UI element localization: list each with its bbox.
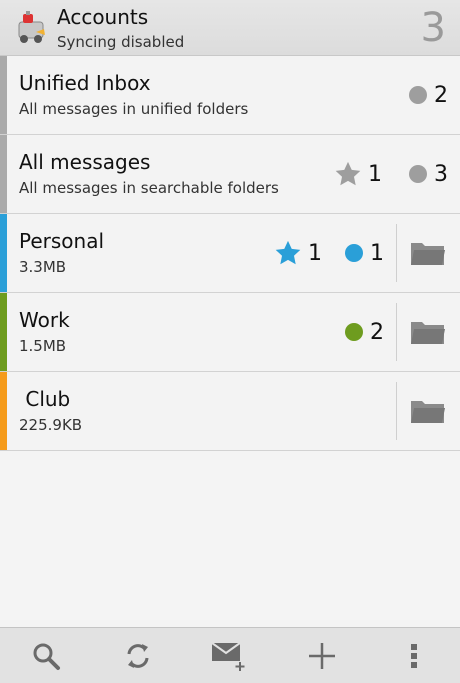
- divider: [396, 224, 397, 282]
- unread-count[interactable]: 1: [344, 214, 384, 292]
- account-name: Work: [19, 308, 70, 332]
- bottom-toolbar: [0, 627, 460, 683]
- account-color-bar: [0, 135, 7, 213]
- star-icon: [275, 240, 301, 265]
- account-description: 3.3MB: [19, 258, 67, 276]
- account-row-unified-inbox[interactable]: Unified Inbox All messages in unified fo…: [0, 56, 460, 135]
- overflow-menu-icon: [411, 643, 417, 668]
- add-account-button[interactable]: [292, 630, 352, 682]
- account-color-bar: [0, 56, 7, 134]
- compose-button[interactable]: [200, 630, 260, 682]
- folder-icon: [411, 243, 445, 265]
- account-color-bar: [0, 372, 7, 450]
- unread-dot-icon: [409, 86, 427, 104]
- search-icon: [33, 643, 60, 670]
- folder-list-button[interactable]: [396, 214, 460, 292]
- compose-icon: [211, 641, 245, 671]
- divider: [396, 382, 397, 440]
- page-title: Accounts: [57, 5, 149, 29]
- refresh-button[interactable]: [108, 630, 168, 682]
- unread-dot-icon: [345, 244, 363, 262]
- folder-icon: [411, 322, 445, 344]
- account-name: All messages: [19, 150, 151, 174]
- flagged-count[interactable]: 1: [334, 135, 382, 213]
- account-description: All messages in searchable folders: [19, 179, 279, 197]
- account-description: 225.9KB: [19, 416, 83, 434]
- folder-list-button[interactable]: [396, 372, 460, 450]
- overflow-menu-button[interactable]: [384, 630, 444, 682]
- account-color-bar: [0, 214, 7, 292]
- account-row-personal[interactable]: Personal 3.3MB 1 1: [0, 214, 460, 293]
- search-button[interactable]: [16, 630, 76, 682]
- account-row-club[interactable]: Club 225.9KB: [0, 372, 460, 451]
- account-row-work[interactable]: Work 1.5MB 2: [0, 293, 460, 372]
- account-description: 1.5MB: [19, 337, 67, 355]
- unread-dot-icon: [409, 165, 427, 183]
- folder-icon: [411, 401, 445, 423]
- account-description: All messages in unified folders: [19, 100, 249, 118]
- account-name: Club: [19, 387, 71, 411]
- account-name: Unified Inbox: [19, 71, 151, 95]
- k9-robot-app-icon[interactable]: [14, 10, 50, 46]
- action-bar: Accounts Syncing disabled 3: [0, 0, 460, 56]
- account-list: Unified Inbox All messages in unified fo…: [0, 56, 460, 451]
- add-icon: [309, 642, 335, 669]
- unread-count[interactable]: 2: [408, 56, 448, 134]
- flagged-count[interactable]: 1: [274, 214, 322, 292]
- folder-list-button[interactable]: [396, 293, 460, 371]
- unread-dot-icon: [345, 323, 363, 341]
- unread-count[interactable]: 3: [408, 135, 448, 213]
- account-name: Personal: [19, 229, 105, 253]
- account-color-bar: [0, 293, 7, 371]
- account-count: 3: [420, 5, 446, 51]
- sync-status: Syncing disabled: [57, 33, 185, 51]
- divider: [396, 303, 397, 361]
- star-icon: [335, 161, 361, 186]
- account-row-all-messages[interactable]: All messages All messages in searchable …: [0, 135, 460, 214]
- refresh-icon: [127, 643, 149, 668]
- unread-count[interactable]: 2: [344, 293, 384, 371]
